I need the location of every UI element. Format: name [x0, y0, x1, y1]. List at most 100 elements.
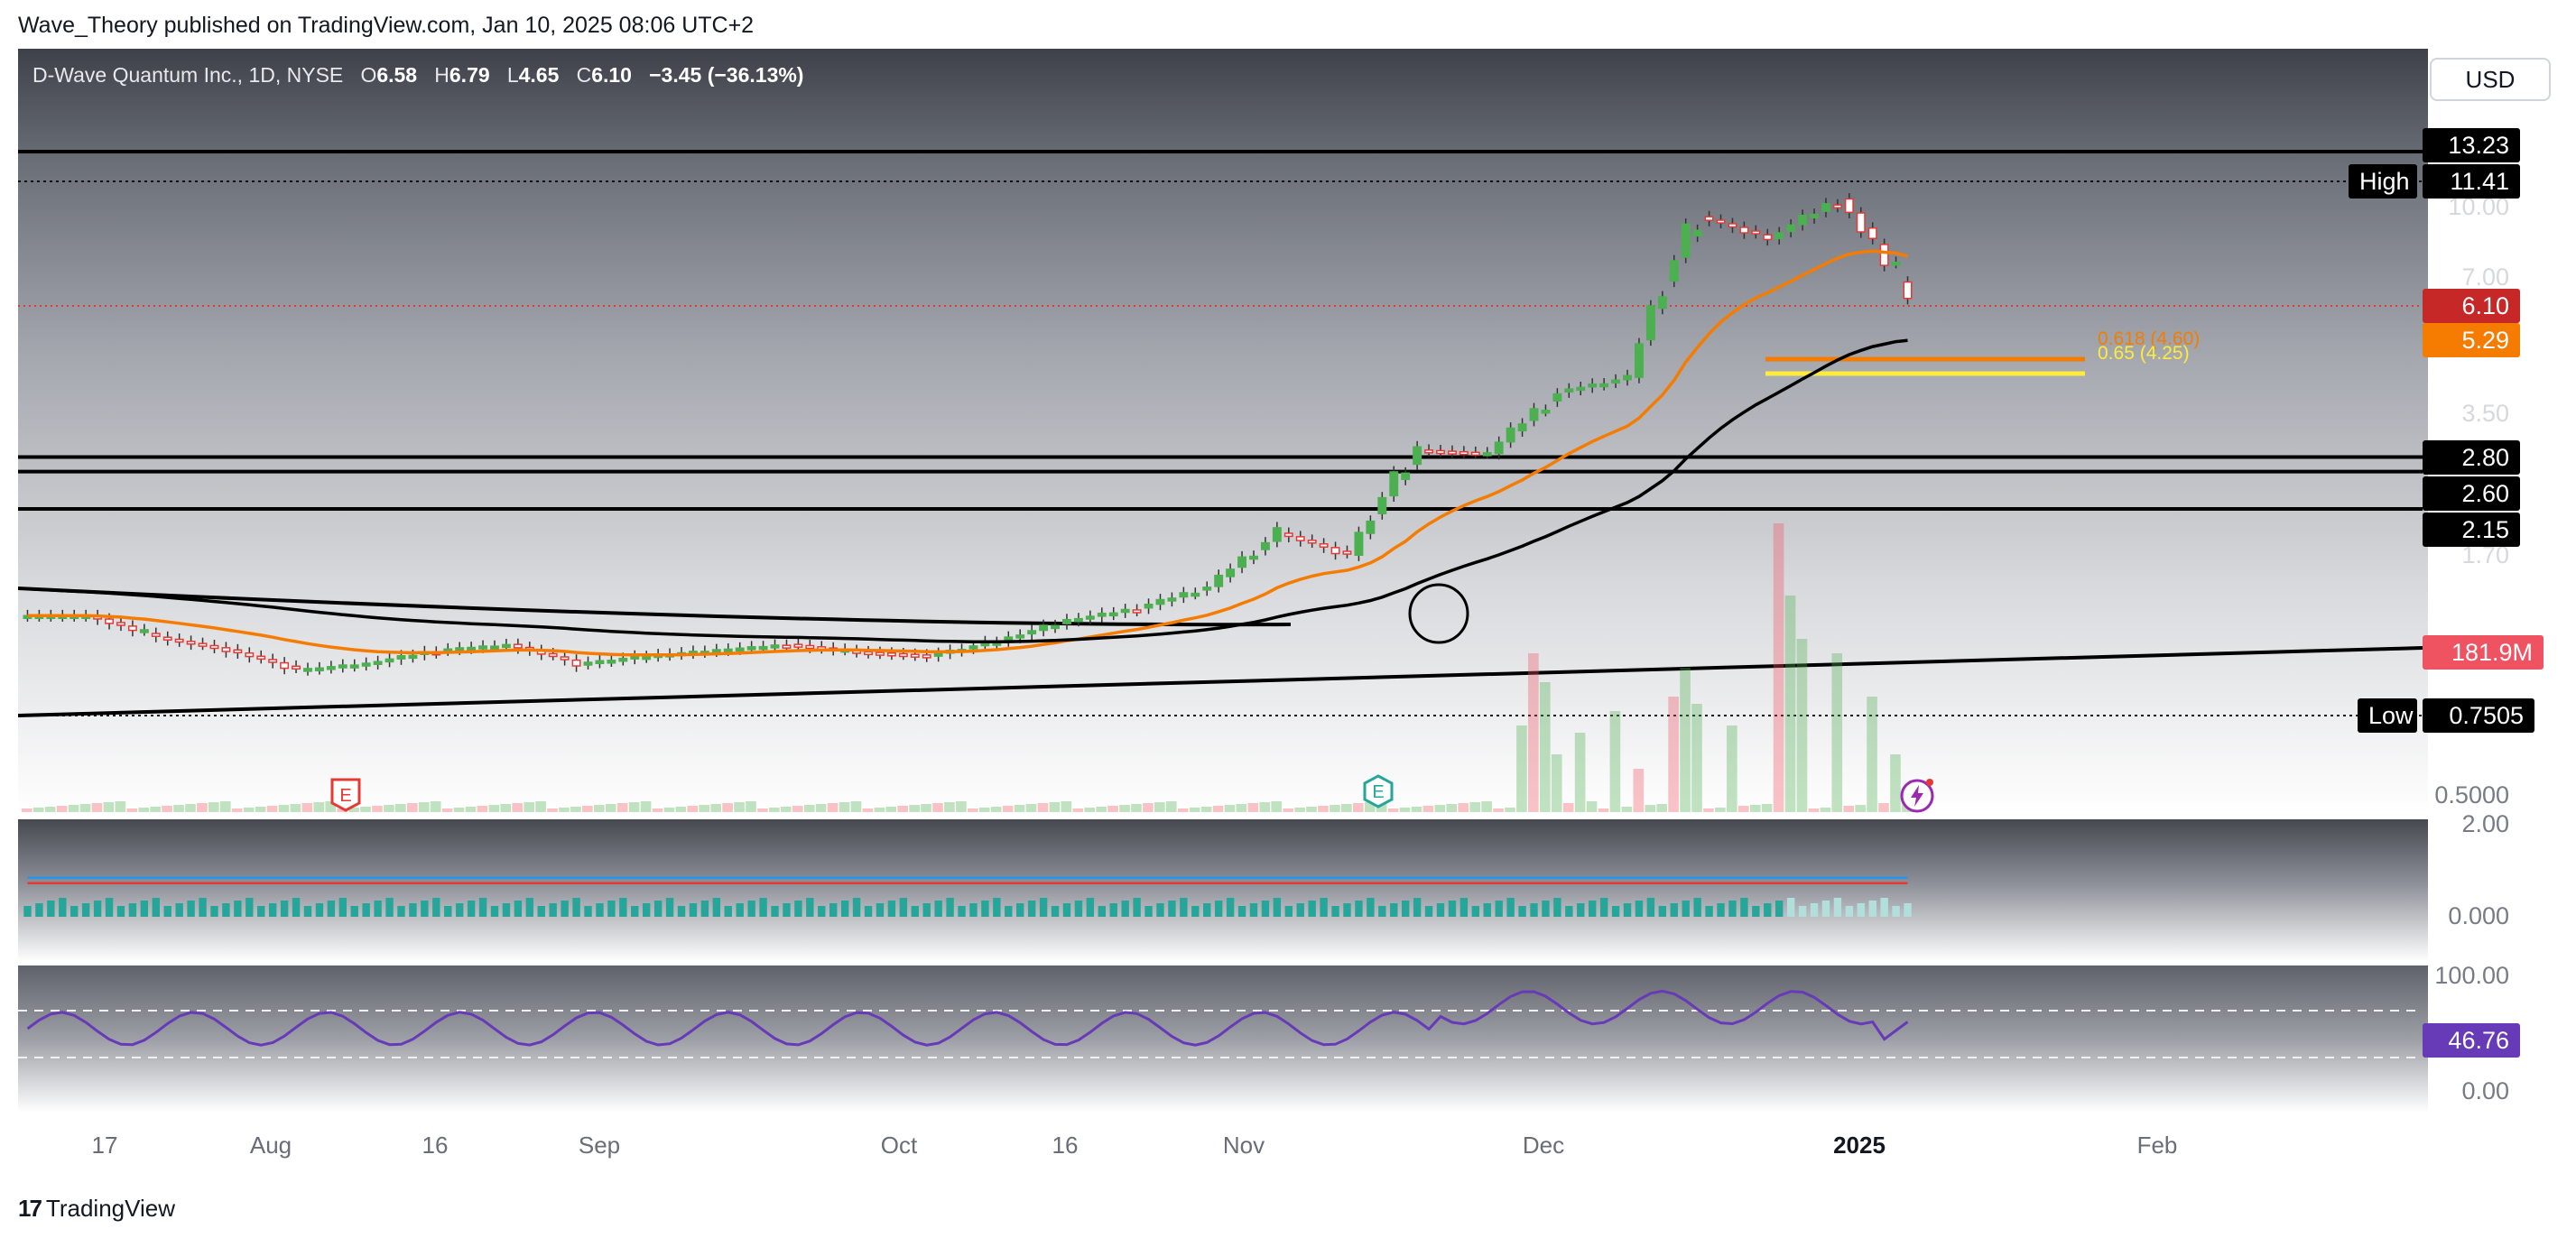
candle-body	[1283, 532, 1293, 538]
macd-histogram-bar	[1016, 903, 1024, 917]
volume-bar	[1224, 805, 1236, 812]
dividend-lightning-icon[interactable]	[1899, 778, 1935, 814]
volume-bar	[372, 806, 383, 812]
macd-histogram-bar	[1623, 903, 1632, 917]
volume-bar	[1784, 596, 1796, 812]
high-value-tag: 11.41	[2423, 164, 2520, 199]
time-label-sep: Sep	[578, 1132, 621, 1159]
volume-bar	[406, 803, 418, 812]
macd-histogram-bar	[1845, 906, 1854, 917]
candle-body	[1214, 574, 1224, 587]
macd-histogram-bar	[537, 906, 545, 917]
last-price-tag: 6.10	[2423, 289, 2520, 323]
macd-histogram-bar	[35, 903, 43, 917]
candle-body	[1132, 609, 1142, 614]
volume-tag: 181.9M	[2423, 635, 2544, 670]
macd-histogram-bar	[1542, 901, 1550, 917]
volume-bar	[91, 803, 103, 812]
candle-body	[1155, 598, 1165, 605]
candle-body	[1728, 223, 1737, 228]
candle-body	[162, 636, 172, 641]
macd-histogram-bar	[47, 901, 55, 917]
candle-body	[326, 666, 336, 670]
volume-bar	[1399, 808, 1411, 812]
candle-body	[548, 652, 558, 658]
candle-body	[268, 659, 278, 663]
macd-histogram-bar	[1133, 898, 1141, 917]
volume-bar	[1633, 769, 1645, 812]
volume-bar	[197, 803, 208, 812]
candle-body	[1144, 603, 1154, 609]
macd-histogram-bar	[1880, 898, 1888, 917]
volume-bar	[1212, 806, 1224, 812]
macd-histogram-bar	[315, 903, 324, 917]
candle-body	[1832, 204, 1842, 208]
candle-body	[1260, 541, 1270, 550]
tradingview-logo-icon: 17	[18, 1195, 42, 1222]
macd-histogram-bar	[1693, 898, 1701, 917]
volume-bar	[1236, 804, 1247, 812]
volume-bar	[593, 805, 605, 812]
volume-bar	[477, 806, 488, 812]
candle-body	[1821, 203, 1830, 212]
volume-bar	[663, 808, 675, 812]
candle-body	[1867, 227, 1877, 239]
volume-bar	[1341, 804, 1352, 812]
candle-body	[805, 644, 815, 650]
candle-body	[723, 648, 733, 653]
earnings-badge-nov[interactable]: E	[1363, 774, 1394, 808]
candle-body	[1062, 618, 1071, 624]
price-axis-label-3-5: 3.50	[2461, 400, 2509, 427]
volume-bar	[313, 802, 325, 812]
volume-bar	[909, 805, 920, 812]
macd-histogram-bar	[1355, 901, 1363, 917]
volume-bar	[1096, 807, 1107, 812]
candle-body	[478, 645, 488, 650]
volume-bar	[185, 804, 196, 812]
candle-body	[1226, 568, 1236, 577]
macd-histogram-bar	[1646, 898, 1655, 917]
candle-body	[1120, 608, 1130, 614]
candle-body	[245, 652, 255, 658]
volume-bar	[1855, 805, 1866, 812]
macd-histogram-bar	[1296, 903, 1304, 917]
candle-body	[1751, 230, 1761, 235]
candle-body	[770, 644, 780, 649]
macd-histogram-bar	[374, 901, 382, 917]
volume-bar	[675, 807, 687, 812]
candle-body	[922, 654, 931, 659]
candle-body	[1401, 472, 1411, 480]
volume-bar	[1843, 806, 1855, 812]
candle-body	[349, 664, 359, 669]
volume-bar	[1528, 653, 1539, 812]
macd-histogram-bar	[280, 901, 289, 917]
high-label-tag: High	[2349, 164, 2417, 199]
volume-bar	[418, 802, 430, 812]
candle-body	[1319, 543, 1329, 548]
macd-histogram-bar	[631, 906, 639, 917]
macd-histogram-bar	[467, 901, 476, 917]
macd-histogram-bar	[1786, 898, 1795, 917]
macd-histogram-bar	[455, 903, 464, 917]
candle-body	[116, 622, 125, 626]
macd-histogram-bar	[584, 906, 592, 917]
macd-histogram-bar	[864, 906, 873, 917]
ema-tag: 5.29	[2423, 323, 2520, 357]
candle-body	[1657, 296, 1667, 310]
candle-body	[910, 653, 920, 658]
macd-histogram-bar	[1892, 906, 1900, 917]
volume-bar	[827, 803, 839, 812]
candle-body	[1330, 547, 1340, 555]
candle-body	[1588, 383, 1598, 388]
volume-bar	[1820, 808, 1831, 812]
macd-histogram-bar	[1705, 906, 1713, 917]
tradingview-logo[interactable]: 17 TradingView	[18, 1195, 175, 1223]
macd-histogram-bar	[1506, 898, 1515, 917]
earnings-badge-aug[interactable]: E	[330, 778, 361, 812]
candle-body	[1108, 612, 1118, 617]
currency-button[interactable]: USD	[2430, 58, 2551, 101]
macd-histogram-bar	[1226, 898, 1235, 917]
candle-body	[711, 649, 721, 653]
volume-bar	[1411, 807, 1422, 812]
macd-histogram-bar	[922, 903, 931, 917]
